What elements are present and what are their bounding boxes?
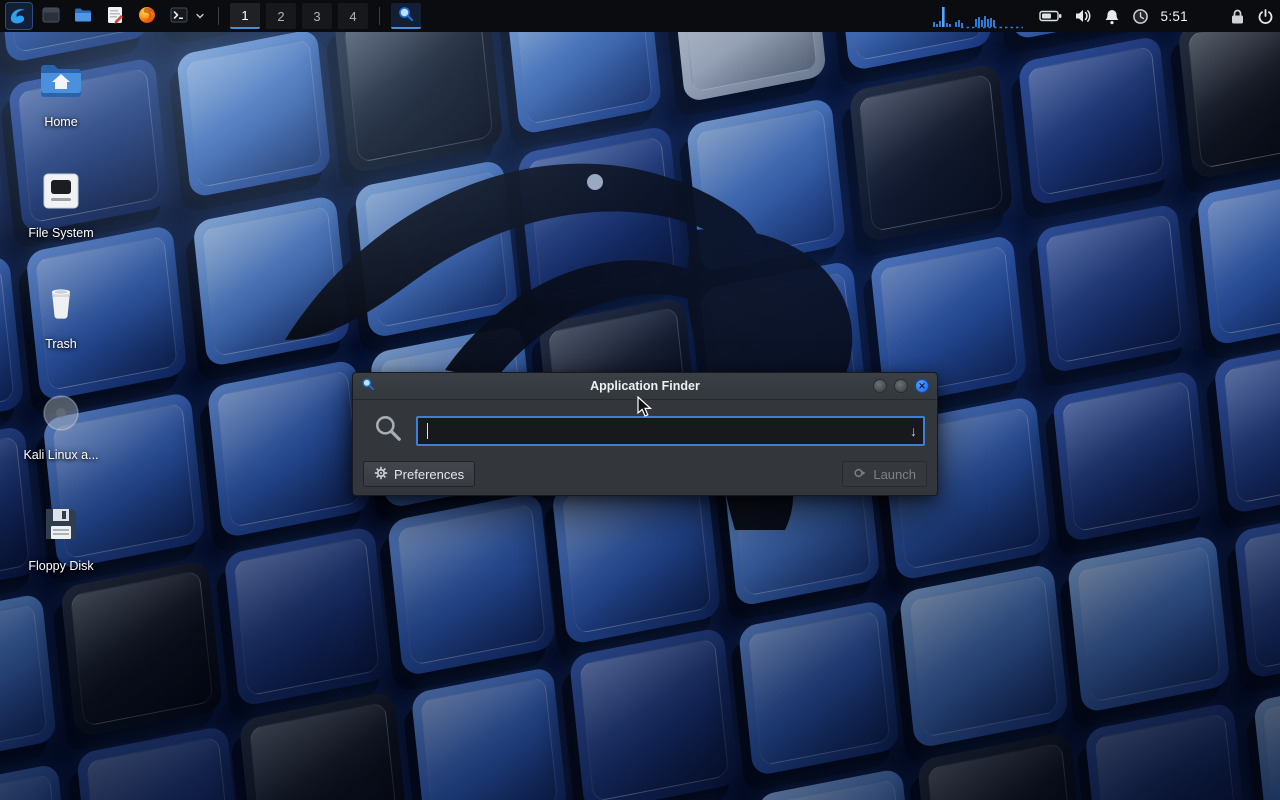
volume-icon[interactable] bbox=[1074, 8, 1092, 24]
wallpaper-tile bbox=[738, 599, 900, 776]
wallpaper-tile bbox=[1253, 674, 1280, 800]
desktop-icon-label: Trash bbox=[45, 337, 77, 351]
finder-window-icon bbox=[361, 377, 375, 396]
workspace-2-label: 2 bbox=[277, 9, 284, 24]
window-icon bbox=[41, 5, 61, 28]
workspace-1-label: 1 bbox=[241, 8, 248, 23]
panel-separator bbox=[379, 7, 380, 25]
minimize-button[interactable] bbox=[873, 379, 887, 393]
kali-logo-icon bbox=[9, 5, 29, 28]
workspace-3-label: 3 bbox=[313, 9, 320, 24]
wallpaper-tile bbox=[0, 763, 72, 800]
battery-icon[interactable] bbox=[1039, 9, 1062, 23]
wallpaper-tile bbox=[899, 563, 1069, 749]
document-pencil-icon bbox=[105, 5, 125, 28]
wallpaper-tile bbox=[1052, 370, 1210, 543]
wallpaper-tile bbox=[411, 666, 568, 800]
launch-icon bbox=[853, 466, 867, 483]
floppy-disk-icon bbox=[37, 500, 85, 553]
terminal-launcher[interactable] bbox=[166, 3, 192, 29]
top-panel: 1 2 3 4 bbox=[0, 0, 1280, 32]
wallpaper-tile bbox=[1067, 534, 1231, 713]
wallpaper-tile bbox=[1234, 504, 1280, 679]
application-finder-window-button[interactable] bbox=[391, 3, 421, 29]
wallpaper-tile bbox=[239, 690, 410, 800]
chevron-down-icon bbox=[195, 9, 205, 24]
wallpaper-tile bbox=[1084, 702, 1248, 800]
panel-clock[interactable]: 5:51 bbox=[1161, 9, 1188, 24]
wallpaper-tile bbox=[224, 526, 390, 708]
workspace-3-button[interactable]: 3 bbox=[302, 3, 332, 29]
desktop-icon-label: File System bbox=[28, 226, 93, 240]
preferences-label: Preferences bbox=[394, 467, 464, 482]
trash-icon bbox=[37, 278, 85, 331]
wallpaper-tile bbox=[569, 627, 740, 800]
wallpaper-tile bbox=[1196, 167, 1280, 347]
close-button[interactable]: ✕ bbox=[915, 379, 929, 393]
folder-icon bbox=[73, 5, 93, 28]
wallpaper-tile bbox=[1018, 35, 1174, 206]
lock-screen-button[interactable] bbox=[1230, 8, 1245, 25]
panel-launchers: 1 2 3 4 bbox=[6, 3, 421, 29]
firefox-icon bbox=[137, 5, 157, 28]
wallpaper-tile bbox=[0, 86, 7, 268]
close-icon: ✕ bbox=[918, 382, 926, 391]
desktop-icon-label: Kali Linux a... bbox=[23, 448, 98, 462]
wallpaper-tile bbox=[1036, 203, 1192, 374]
desktop-icons: Home File System Trash Kali Linux a... F… bbox=[17, 56, 105, 573]
wallpaper-tile bbox=[76, 725, 243, 800]
home-folder-icon bbox=[37, 56, 85, 109]
drive-icon bbox=[37, 167, 85, 220]
application-finder-window: Application Finder ✕ ↓ Preferences L bbox=[352, 372, 938, 496]
panel-separator bbox=[218, 7, 219, 25]
launch-button[interactable]: Launch bbox=[842, 461, 927, 487]
kali-disc-icon bbox=[37, 389, 85, 442]
wallpaper-tile bbox=[756, 768, 917, 800]
search-input[interactable] bbox=[416, 416, 925, 446]
window-launcher[interactable] bbox=[38, 3, 64, 29]
window-title: Application Finder bbox=[353, 379, 937, 393]
power-button[interactable] bbox=[1257, 8, 1274, 25]
desktop-icon-kali-linux[interactable]: Kali Linux a... bbox=[17, 389, 105, 462]
workspace-1-button[interactable]: 1 bbox=[230, 3, 260, 29]
gear-icon bbox=[374, 466, 388, 483]
text-caret bbox=[427, 423, 428, 439]
desktop-icon-trash[interactable]: Trash bbox=[17, 278, 105, 351]
clock-indicator-icon[interactable] bbox=[1132, 8, 1149, 25]
search-icon bbox=[397, 5, 415, 26]
workspace-2-button[interactable]: 2 bbox=[266, 3, 296, 29]
desktop-icon-floppy-disk[interactable]: Floppy Disk bbox=[17, 500, 105, 573]
wallpaper-tile bbox=[0, 593, 57, 768]
dropdown-arrow-icon[interactable]: ↓ bbox=[910, 423, 917, 439]
file-manager-launcher[interactable] bbox=[70, 3, 96, 29]
notification-bell-icon[interactable] bbox=[1104, 8, 1120, 25]
desktop-icon-home[interactable]: Home bbox=[17, 56, 105, 129]
launch-label: Launch bbox=[873, 467, 916, 482]
panel-tray: 5:51 bbox=[931, 3, 1274, 29]
cpu-graph[interactable] bbox=[931, 3, 1027, 29]
desktop-icon-label: Floppy Disk bbox=[28, 559, 93, 573]
workspace-4-label: 4 bbox=[349, 9, 356, 24]
text-editor-launcher[interactable] bbox=[102, 3, 128, 29]
wallpaper-tile bbox=[1213, 334, 1280, 515]
kali-menu-button[interactable] bbox=[6, 3, 32, 29]
search-icon bbox=[373, 413, 403, 448]
titlebar[interactable]: Application Finder ✕ bbox=[353, 373, 937, 400]
desktop-icon-file-system[interactable]: File System bbox=[17, 167, 105, 240]
terminal-icon bbox=[169, 5, 189, 28]
desktop-icon-label: Home bbox=[44, 115, 77, 129]
workspace-4-button[interactable]: 4 bbox=[338, 3, 368, 29]
firefox-launcher[interactable] bbox=[134, 3, 160, 29]
terminal-dropdown-button[interactable] bbox=[193, 3, 207, 29]
preferences-button[interactable]: Preferences bbox=[363, 461, 475, 487]
search-field-wrap: ↓ bbox=[416, 416, 925, 446]
maximize-button[interactable] bbox=[894, 379, 908, 393]
wallpaper-tile bbox=[60, 559, 223, 737]
